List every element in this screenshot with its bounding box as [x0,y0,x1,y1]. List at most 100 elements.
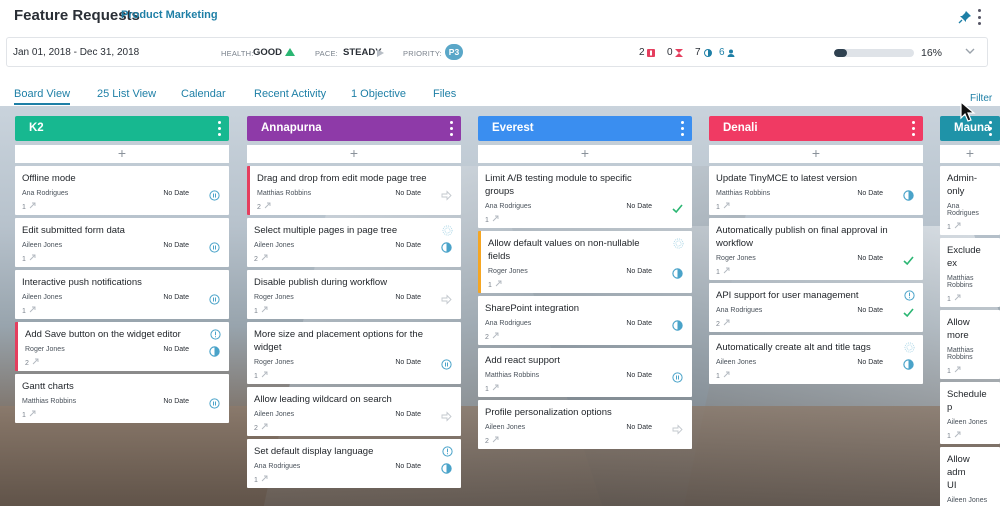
pin-icon[interactable] [958,10,972,24]
task-card[interactable]: Allow adm UIAileen Jones1 [940,447,1000,506]
column-header[interactable]: K2 [15,116,229,141]
task-card[interactable]: Automatically create alt and title tags A… [709,335,923,384]
task-card[interactable]: Profile personalization options Aileen Jo… [478,400,692,449]
task-title[interactable]: Allow default values on non-nullable fie… [488,237,684,263]
task-card[interactable]: API support for user management Ana Rodri… [709,283,923,332]
task-title[interactable]: Add Save button on the widget editor [25,328,221,341]
add-card-button[interactable]: + [940,145,1000,163]
task-title[interactable]: Limit A/B testing module to specific gro… [485,172,684,198]
status-in-progress-icon[interactable] [672,318,683,331]
overdue-flag-icon [647,49,655,57]
task-card[interactable]: Add react support Matthias Robbins No Date… [478,348,692,397]
project-subtitle-link[interactable]: Product Marketing [121,9,218,21]
status-next-icon[interactable] [672,422,683,435]
column-header[interactable]: Denali [709,116,923,141]
status-in-progress-icon[interactable] [903,357,914,370]
task-card[interactable]: SharePoint integration Ana Rodrigues No Da… [478,296,692,345]
chevron-down-icon[interactable] [965,46,975,56]
task-title[interactable]: Update TinyMCE to latest version [716,172,915,185]
task-card[interactable]: Automatically publish on final approval … [709,218,923,280]
status-next-icon[interactable] [441,409,452,422]
task-card[interactable]: Drag and drop from edit mode page tree Ma… [247,166,461,215]
add-card-button[interactable]: + [247,145,461,163]
add-card-button[interactable]: + [709,145,923,163]
task-title[interactable]: SharePoint integration [485,302,684,315]
task-link-count: 1 [254,475,453,488]
task-card[interactable]: Schedule p Aileen Jones 1 [940,382,1000,444]
task-card[interactable]: Offline mode Ana Rodrigues No Date 1 [15,166,229,215]
status-next-icon[interactable] [441,188,452,201]
status-complete-icon[interactable] [903,253,914,266]
task-title[interactable]: Edit submitted form data [22,224,221,237]
status-in-progress-icon[interactable] [209,344,220,357]
task-title[interactable]: Admin-only [947,172,992,198]
column-header[interactable]: Annapurna [247,116,461,141]
task-title[interactable]: Schedule p [947,388,992,414]
tab-calendar[interactable]: Calendar [181,88,226,100]
task-title[interactable]: Allow leading wildcard on search [254,393,453,406]
task-title[interactable]: Interactive push notifications [22,276,221,289]
status-paused-icon[interactable] [672,370,683,383]
task-title[interactable]: Add react support [485,354,684,367]
add-card-button[interactable]: + [478,145,692,163]
status-paused-icon[interactable] [441,357,452,370]
tab-objective[interactable]: 1 Objective [351,88,406,100]
task-title[interactable]: Exclude ex [947,244,992,270]
priority-badge[interactable]: P3 [445,44,463,60]
status-in-progress-icon[interactable] [903,188,914,201]
task-card[interactable]: Set default display language Ana Rodrigue… [247,439,461,488]
column-menu-icon[interactable] [911,121,915,136]
column-menu-icon[interactable] [449,121,453,136]
more-options-icon[interactable] [976,9,982,25]
status-in-progress-icon[interactable] [441,461,452,474]
task-card[interactable]: More size and placement options for the … [247,322,461,384]
add-card-button[interactable]: + [15,145,229,163]
status-paused-icon[interactable] [209,396,220,409]
task-card[interactable]: Limit A/B testing module to specific gro… [478,166,692,228]
task-title[interactable]: Allow more [947,316,992,342]
status-paused-icon[interactable] [209,292,220,305]
status-paused-icon[interactable] [209,188,220,201]
task-card[interactable]: Add Save button on the widget editor Roge… [15,322,229,371]
task-title[interactable]: Automatically create alt and title tags [716,341,915,354]
task-title[interactable]: Disable publish during workflow [254,276,453,289]
task-title[interactable]: More size and placement options for the … [254,328,453,354]
tab-files[interactable]: Files [433,88,456,100]
task-card[interactable]: Edit submitted form data Aileen Jones No D… [15,218,229,267]
task-card[interactable]: Admin-only Ana Rodrigues 1 [940,166,1000,235]
task-title[interactable]: Offline mode [22,172,221,185]
task-card[interactable]: Update TinyMCE to latest version Matthias… [709,166,923,215]
task-title[interactable]: Allow adm UI [947,453,992,492]
column-menu-icon[interactable] [680,121,684,136]
column-menu-icon[interactable] [217,121,221,136]
tab-list-view[interactable]: 25 List View [97,88,156,100]
task-card[interactable]: Allow default values on non-nullable fie… [478,231,692,293]
task-card[interactable]: Interactive push notifications Aileen Jon… [15,270,229,319]
task-title[interactable]: Gantt charts [22,380,221,393]
task-card[interactable]: Select multiple pages in page tree Aileen… [247,218,461,267]
task-title[interactable]: API support for user management [716,289,915,302]
task-card[interactable]: Gantt charts Matthias Robbins No Date 1 [15,374,229,423]
task-card[interactable]: Allow leading wildcard on search Aileen J… [247,387,461,436]
status-complete-icon[interactable] [672,201,683,214]
status-paused-icon[interactable] [209,240,220,253]
column-menu-icon[interactable] [988,121,992,136]
task-title[interactable]: Select multiple pages in page tree [254,224,453,237]
status-in-progress-icon[interactable] [672,266,683,279]
task-title[interactable]: Profile personalization options [485,406,684,419]
task-title[interactable]: Automatically publish on final approval … [716,224,915,250]
column-header[interactable]: Everest [478,116,692,141]
task-due-date: No Date [626,424,652,431]
task-card[interactable]: Exclude ex Matthias Robbins 1 [940,238,1000,307]
status-next-icon[interactable] [441,292,452,305]
tab-board-view[interactable]: Board View [14,88,71,105]
task-title[interactable]: Set default display language [254,445,453,458]
health-label: HEALTH: [221,49,254,58]
tab-recent-activity[interactable]: Recent Activity [254,88,326,100]
task-card[interactable]: Allow more Matthias Robbins 1 [940,310,1000,379]
task-link-count: 1 [947,366,992,379]
task-card[interactable]: Disable publish during workflow Roger Jon… [247,270,461,319]
status-complete-icon[interactable] [903,305,914,318]
task-title[interactable]: Drag and drop from edit mode page tree [257,172,453,185]
status-in-progress-icon[interactable] [441,240,452,253]
